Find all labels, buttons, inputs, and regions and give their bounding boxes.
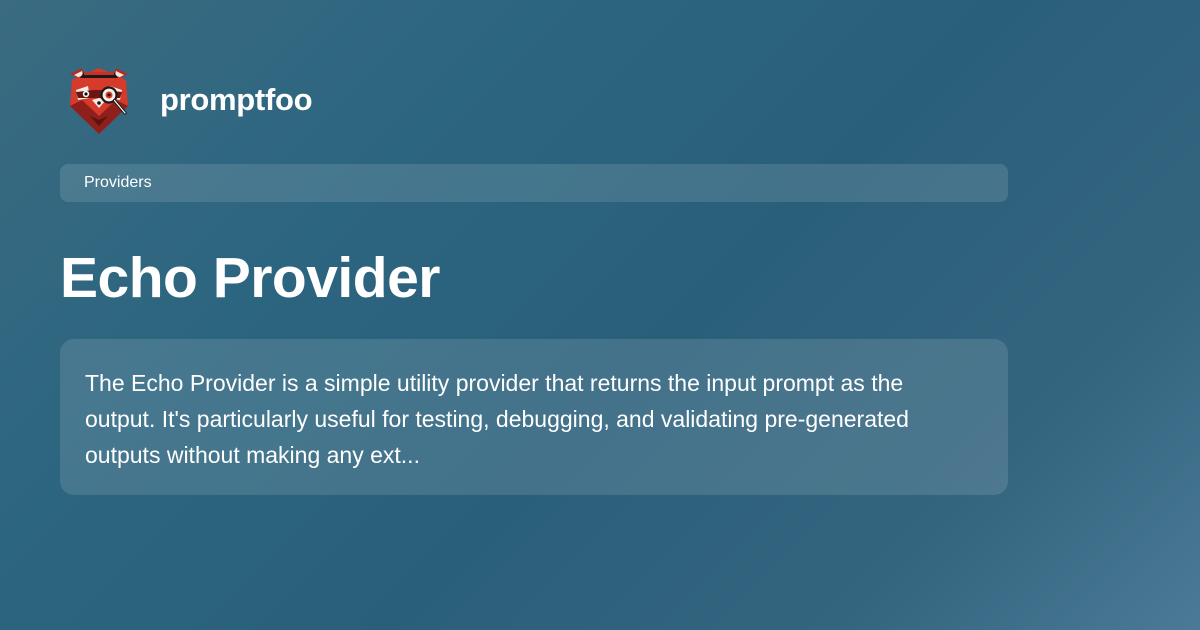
description-card: The Echo Provider is a simple utility pr… [60,339,1008,495]
category-breadcrumb: Providers [60,164,1008,202]
category-label: Providers [84,174,152,191]
page-title: Echo Provider [60,246,440,310]
brand-name: promptfoo [160,82,313,117]
brand-header: promptfoo [64,64,313,136]
red-panda-logo-icon [70,68,128,134]
description-text: The Echo Provider is a simple utility pr… [85,370,909,468]
